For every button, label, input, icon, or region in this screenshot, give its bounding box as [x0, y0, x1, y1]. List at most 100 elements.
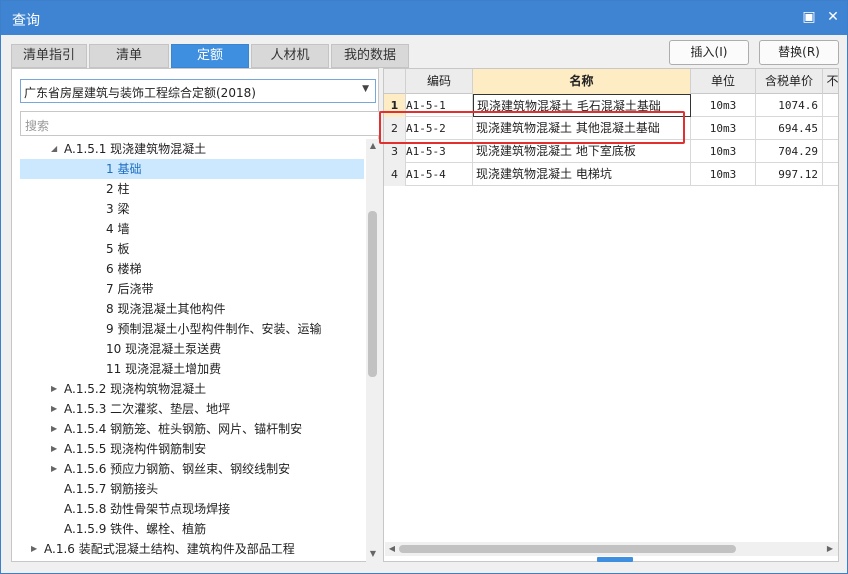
cell-unit[interactable]: 10m3: [691, 117, 756, 140]
tree-item-label: A.1.5.7 钢筋接头: [64, 482, 159, 496]
table-row[interactable]: 4 A1-5-4 现浇建筑物混凝土 电梯坑 10m3 997.12: [384, 163, 838, 186]
cell-price[interactable]: 694.45: [756, 117, 823, 140]
header-index: [384, 69, 406, 94]
scroll-thumb[interactable]: [368, 211, 377, 377]
tree-item[interactable]: ▶ A.1.5.5 现浇构件钢筋制安: [20, 439, 364, 459]
cell-price[interactable]: 704.29: [756, 140, 823, 163]
cell-unit[interactable]: 10m3: [691, 140, 756, 163]
expand-arrow-icon[interactable]: ▶: [51, 399, 61, 419]
cell-index[interactable]: 1: [384, 94, 406, 117]
tree-item[interactable]: ▶ A.1.5.4 钢筋笼、桩头钢筋、网片、锚杆制安: [20, 419, 364, 439]
tab-my-data[interactable]: 我的数据: [331, 44, 409, 68]
tree-item-label: A.1.5.5 现浇构件钢筋制安: [64, 442, 207, 456]
tree-item-label: A.1.5.1 现浇建筑物混凝土: [64, 142, 207, 156]
scroll-left-icon[interactable]: ◀: [387, 544, 397, 554]
cell-code[interactable]: A1-5-1: [406, 94, 473, 117]
tab-labor-material[interactable]: 人材机: [251, 44, 329, 68]
tree-item[interactable]: 11 现浇混凝土增加费: [20, 359, 364, 379]
scroll-right-icon[interactable]: ▶: [825, 544, 835, 554]
expand-arrow-icon[interactable]: ▶: [51, 459, 61, 479]
cell-name[interactable]: 现浇建筑物混凝土 电梯坑: [473, 163, 691, 186]
tree-item-label: A.1.5.2 现浇构筑物混凝土: [64, 382, 207, 396]
search-placeholder: 搜索: [25, 119, 50, 133]
chevron-down-icon: ▼: [362, 84, 369, 94]
tree-item[interactable]: ▶ A.1.6 装配式混凝土结构、建筑构件及部品工程: [20, 539, 364, 559]
tree-item[interactable]: 6 楼梯: [20, 259, 364, 279]
header-unit[interactable]: 单位: [691, 69, 756, 94]
close-icon[interactable]: ✕: [825, 9, 841, 25]
cell-index[interactable]: 2: [384, 117, 406, 140]
tree-item[interactable]: A.1.5.8 劲性骨架节点现场焊接: [20, 499, 364, 519]
quota-library-select[interactable]: 广东省房屋建筑与装饰工程综合定额(2018) ▼: [20, 79, 376, 103]
tab-bill[interactable]: 清单: [89, 44, 169, 68]
header-more[interactable]: 不: [823, 69, 838, 94]
tree-item-label: 3 梁: [106, 202, 130, 216]
tree-item-label: A.1.5.8 劲性骨架节点现场焊接: [64, 502, 231, 516]
cell-name[interactable]: 现浇建筑物混凝土 地下室底板: [473, 140, 691, 163]
tree-item[interactable]: 2 柱: [20, 179, 364, 199]
tree-item-label: A.1.5.6 预应力钢筋、钢丝束、钢绞线制安: [64, 462, 291, 476]
tree-item[interactable]: 3 梁: [20, 199, 364, 219]
tree-item[interactable]: 5 板: [20, 239, 364, 259]
tree-item[interactable]: 9 预制混凝土小型构件制作、安装、运输: [20, 319, 364, 339]
tree-item[interactable]: A.1.5.9 铁件、螺栓、植筋: [20, 519, 364, 539]
tree-item[interactable]: ▶ A.1.5.6 预应力钢筋、钢丝束、钢绞线制安: [20, 459, 364, 479]
tree-item[interactable]: 1 基础: [20, 159, 364, 179]
header-name[interactable]: 名称: [473, 69, 691, 94]
cell-code[interactable]: A1-5-4: [406, 163, 473, 186]
header-price[interactable]: 含税单价: [756, 69, 823, 94]
tab-quota[interactable]: 定额: [171, 44, 249, 68]
tree-item[interactable]: A.1.5.7 钢筋接头: [20, 479, 364, 499]
quota-library-value: 广东省房屋建筑与装饰工程综合定额(2018): [24, 86, 256, 100]
tree-item-label: 1 基础: [106, 162, 142, 176]
cell-index[interactable]: 4: [384, 163, 406, 186]
restore-icon[interactable]: ▣: [801, 9, 817, 25]
tab-bill-guide[interactable]: 清单指引: [11, 44, 87, 68]
cell-name[interactable]: 现浇建筑物混凝土 毛石混凝土基础: [473, 94, 691, 117]
tree-item-label: A.1.5.3 二次灌浆、垫层、地坪: [64, 402, 231, 416]
tree-item[interactable]: 10 现浇混凝土泵送费: [20, 339, 364, 359]
expand-arrow-icon[interactable]: ▶: [51, 439, 61, 459]
pane-splitter-handle[interactable]: [597, 557, 633, 562]
collapse-arrow-icon[interactable]: ◢: [51, 139, 61, 159]
cell-index[interactable]: 3: [384, 140, 406, 163]
tree-item[interactable]: 7 后浇带: [20, 279, 364, 299]
cell-price[interactable]: 1074.6: [756, 94, 823, 117]
insert-button[interactable]: 插入(I): [669, 40, 749, 65]
tree-item[interactable]: 4 墙: [20, 219, 364, 239]
window-title: 查询: [12, 13, 40, 29]
cell-name[interactable]: 现浇建筑物混凝土 其他混凝土基础: [473, 117, 691, 140]
tree-item-label: 2 柱: [106, 182, 130, 196]
tree-item[interactable]: ◢ A.1.5.1 现浇建筑物混凝土: [20, 139, 364, 159]
tree-item-label: 4 墙: [106, 222, 130, 236]
expand-arrow-icon[interactable]: ▶: [51, 379, 61, 399]
tree-item[interactable]: ▶ A.1.5.2 现浇构筑物混凝土: [20, 379, 364, 399]
table-row[interactable]: 2 A1-5-2 现浇建筑物混凝土 其他混凝土基础 10m3 694.45: [384, 117, 838, 140]
replace-button[interactable]: 替换(R): [759, 40, 839, 65]
header-code[interactable]: 编码: [406, 69, 473, 94]
tree-item-label: 10 现浇混凝土泵送费: [106, 342, 222, 356]
tree-item-label: 11 现浇混凝土增加费: [106, 362, 222, 376]
scroll-down-icon[interactable]: ▼: [368, 549, 378, 559]
scroll-up-icon[interactable]: ▲: [368, 141, 378, 151]
left-pane: 广东省房屋建筑与装饰工程综合定额(2018) ▼ 搜索 ◢ A.1.5.1 现浇建…: [11, 68, 380, 563]
cell-unit[interactable]: 10m3: [691, 163, 756, 186]
table-row[interactable]: 1 A1-5-1 现浇建筑物混凝土 毛石混凝土基础 10m3 1074.6: [384, 94, 838, 117]
expand-arrow-icon[interactable]: ▶: [51, 419, 61, 439]
search-input[interactable]: 搜索: [20, 111, 380, 136]
tree-item-label: 8 现浇混凝土其他构件: [106, 302, 226, 316]
tree-item-label: 9 预制混凝土小型构件制作、安装、运输: [106, 322, 322, 336]
cell-price[interactable]: 997.12: [756, 163, 823, 186]
tree-item[interactable]: 8 现浇混凝土其他构件: [20, 299, 364, 319]
tree-item[interactable]: ▶ A.1.5.3 二次灌浆、垫层、地坪: [20, 399, 364, 419]
expand-arrow-icon[interactable]: ▶: [31, 539, 41, 559]
grid-horizontal-scrollbar[interactable]: ◀ ▶: [385, 542, 838, 556]
cell-code[interactable]: A1-5-2: [406, 117, 473, 140]
tree-item-label: A.1.5.4 钢筋笼、桩头钢筋、网片、锚杆制安: [64, 422, 303, 436]
tree-item-label: A.1.5.9 铁件、螺栓、植筋: [64, 522, 207, 536]
cell-code[interactable]: A1-5-3: [406, 140, 473, 163]
cell-unit[interactable]: 10m3: [691, 94, 756, 117]
table-row[interactable]: 3 A1-5-3 现浇建筑物混凝土 地下室底板 10m3 704.29: [384, 140, 838, 163]
tree-vertical-scrollbar[interactable]: ▲ ▼: [366, 139, 380, 563]
scroll-thumb[interactable]: [399, 545, 736, 553]
